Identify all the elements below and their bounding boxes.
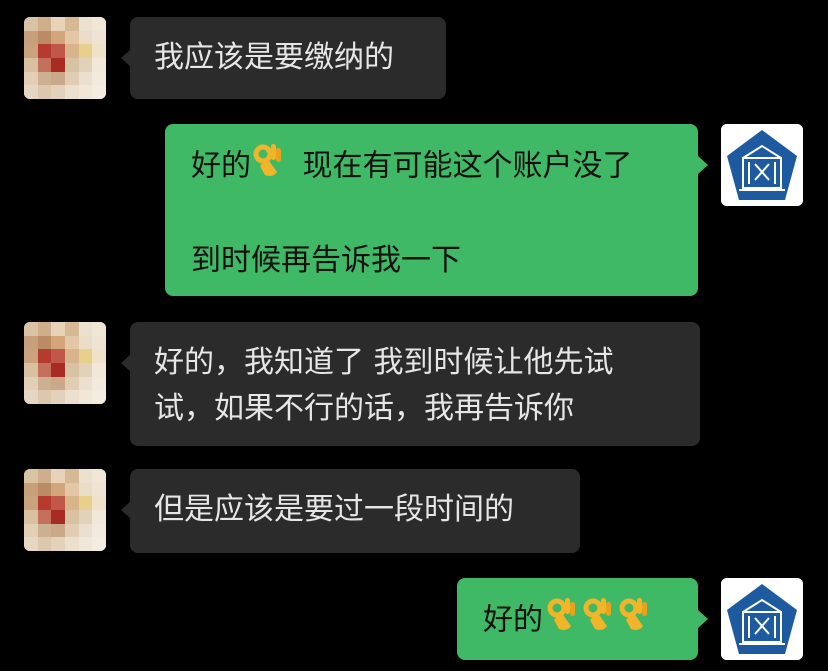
message-row-incoming: 我应该是要缴纳的: [0, 17, 828, 101]
ok-hand-emoji-icon: [615, 596, 651, 646]
pixelated-avatar-image: [24, 322, 106, 404]
message-row-incoming: 但是应该是要过一段时间的: [0, 469, 828, 553]
ok-hand-emoji-icon: [579, 596, 615, 646]
contact-avatar[interactable]: [24, 17, 106, 99]
message-text-line: 好的: [483, 596, 672, 646]
museum-logo-icon: [721, 124, 803, 206]
self-avatar[interactable]: [721, 124, 803, 206]
message-text: 好的: [191, 148, 251, 184]
message-bubble-incoming[interactable]: 我应该是要缴纳的: [121, 17, 446, 99]
message-text: 但是应该是要过一段时间的: [154, 492, 514, 527]
message-text-line-1: 好的，我知道了 我到时候让他先试: [154, 345, 614, 380]
contact-avatar[interactable]: [24, 469, 106, 551]
message-text: 我应该是要缴纳的: [154, 40, 394, 75]
message-text: 好的: [483, 602, 543, 638]
pixelated-avatar-image: [24, 17, 106, 99]
message-text: 现在有可能这个账户没了: [302, 148, 633, 184]
message-row-incoming: 好的，我知道了 我到时候让他先试 试，如果不行的话，我再告诉你: [0, 322, 828, 446]
message-bubble-outgoing[interactable]: 好的 现在有可能这个账户没了 到时候再告诉我一下: [165, 124, 708, 296]
message-text-line-1: 好的 现在有可能这个账户没了: [191, 142, 672, 192]
message-bubble-incoming[interactable]: 好的，我知道了 我到时候让他先试 试，如果不行的话，我再告诉你: [121, 322, 700, 446]
message-bubble-outgoing[interactable]: 好的: [457, 578, 708, 660]
ok-hand-emoji-icon: [251, 142, 283, 192]
message-text: 到时候再告诉我一下: [191, 243, 461, 278]
message-text-line-2: 试，如果不行的话，我再告诉你: [154, 391, 574, 426]
ok-hand-emoji-icon: [543, 596, 579, 646]
pixelated-avatar-image: [24, 469, 106, 551]
message-row-outgoing: 好的: [0, 578, 828, 660]
museum-logo-icon: [721, 578, 803, 660]
message-row-outgoing: 好的 现在有可能这个账户没了 到时候再告诉我一下: [0, 124, 828, 296]
self-avatar[interactable]: [721, 578, 803, 660]
message-bubble-incoming[interactable]: 但是应该是要过一段时间的: [121, 469, 580, 553]
contact-avatar[interactable]: [24, 322, 106, 404]
